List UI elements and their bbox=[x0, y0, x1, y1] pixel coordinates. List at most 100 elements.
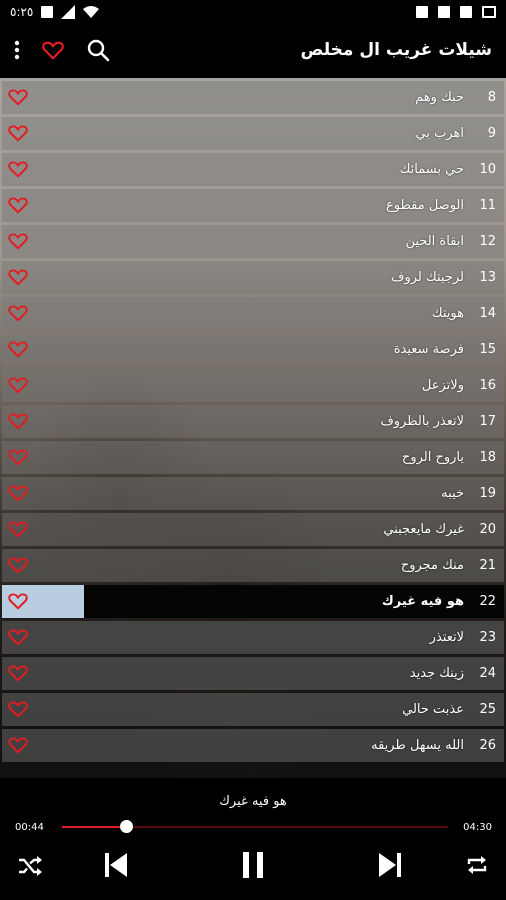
track-title: ابقاة الحين bbox=[405, 234, 465, 249]
favorite-heart-icon[interactable] bbox=[8, 736, 28, 758]
previous-track-icon[interactable] bbox=[104, 852, 128, 878]
seek-progress bbox=[62, 826, 127, 828]
track-title: خيبه bbox=[441, 486, 464, 501]
track-title: عذبت حالي bbox=[402, 702, 464, 717]
signal-icon bbox=[61, 5, 76, 19]
track-row[interactable]: حي بسمائك 10 bbox=[2, 153, 504, 186]
favorite-heart-icon[interactable] bbox=[8, 592, 28, 614]
favorites-heart-icon[interactable] bbox=[42, 40, 64, 60]
track-title: لاتعتذر bbox=[429, 630, 464, 645]
track-row[interactable]: حبك وهم 8 bbox=[2, 81, 504, 114]
track-title: فرصة سعيدة bbox=[393, 342, 464, 357]
clock: ٥:٢٥ bbox=[10, 5, 34, 19]
favorite-heart-icon[interactable] bbox=[8, 412, 28, 434]
track-row[interactable]: هويتك 14 bbox=[2, 297, 504, 330]
favorite-heart-icon[interactable] bbox=[8, 520, 28, 542]
track-number: 26 bbox=[479, 738, 496, 753]
favorite-heart-icon[interactable] bbox=[8, 484, 28, 506]
favorite-heart-icon[interactable] bbox=[8, 700, 28, 722]
seek-bar[interactable] bbox=[62, 820, 448, 833]
track-number: 14 bbox=[479, 306, 496, 321]
track-row[interactable]: لرجيتك لروف 13 bbox=[2, 261, 504, 294]
track-number: 22 bbox=[479, 594, 496, 609]
track-row[interactable]: فرصة سعيدة 15 bbox=[2, 333, 504, 366]
track-number: 10 bbox=[479, 162, 496, 177]
app-bar: شيلات غريب ال مخلص bbox=[0, 24, 506, 76]
track-row[interactable]: اهرب بي 9 bbox=[2, 117, 504, 150]
total-time: 04:30 bbox=[463, 822, 492, 833]
track-number: 19 bbox=[479, 486, 496, 501]
track-number: 11 bbox=[479, 198, 496, 213]
player-controls bbox=[0, 850, 506, 890]
track-number: 21 bbox=[479, 558, 496, 573]
track-number: 18 bbox=[479, 450, 496, 465]
track-title: غيرك مايعجبني bbox=[383, 522, 464, 537]
track-row[interactable]: لاتعذر بالظروف 17 bbox=[2, 405, 504, 438]
repeat-icon[interactable] bbox=[466, 854, 488, 876]
player-bar: هو فيه غيرك 00:44 04:30 bbox=[0, 778, 506, 900]
wifi-icon bbox=[83, 6, 100, 18]
search-icon[interactable] bbox=[86, 38, 110, 62]
favorite-heart-icon[interactable] bbox=[8, 196, 28, 218]
track-title: اهرب بي bbox=[415, 126, 464, 141]
pause-icon[interactable] bbox=[241, 850, 265, 880]
track-row[interactable]: عذبت حالي 25 bbox=[2, 693, 504, 726]
favorite-heart-icon[interactable] bbox=[8, 340, 28, 362]
favorite-heart-icon[interactable] bbox=[8, 88, 28, 110]
app-actions bbox=[14, 38, 110, 62]
track-title: منك مجروح bbox=[400, 558, 464, 573]
track-row[interactable]: خيبه 19 bbox=[2, 477, 504, 510]
status-right bbox=[416, 6, 496, 18]
track-number: 12 bbox=[479, 234, 496, 249]
battery-icon bbox=[482, 6, 496, 18]
seek-handle[interactable] bbox=[120, 820, 134, 833]
shuffle-icon[interactable] bbox=[18, 856, 42, 876]
favorite-heart-icon[interactable] bbox=[8, 124, 28, 146]
track-number: 25 bbox=[479, 702, 496, 717]
favorite-heart-icon[interactable] bbox=[8, 304, 28, 326]
track-number: 9 bbox=[487, 126, 496, 141]
favorite-heart-icon[interactable] bbox=[8, 664, 28, 686]
status-left: ٥:٢٥ bbox=[10, 5, 100, 19]
track-row-playing[interactable]: هو فيه غيرك 22 bbox=[2, 585, 504, 618]
track-row[interactable]: ولاتزعل 16 bbox=[2, 369, 504, 402]
track-title: ولاتزعل bbox=[421, 378, 464, 393]
track-number: 20 bbox=[479, 522, 496, 537]
favorite-heart-icon[interactable] bbox=[8, 160, 28, 182]
track-row[interactable]: زينك جديد 24 bbox=[2, 657, 504, 690]
track-title: ياروح الروح bbox=[401, 450, 464, 465]
current-time: 00:44 bbox=[15, 822, 44, 833]
track-title: الله يسهل طريقه bbox=[371, 738, 464, 753]
track-number: 13 bbox=[479, 270, 496, 285]
favorite-heart-icon[interactable] bbox=[8, 448, 28, 470]
track-row[interactable]: منك مجروح 21 bbox=[2, 549, 504, 582]
track-row[interactable]: ياروح الروح 18 bbox=[2, 441, 504, 474]
status-square-icon bbox=[438, 6, 450, 18]
favorite-heart-icon[interactable] bbox=[8, 628, 28, 650]
status-square-icon bbox=[416, 6, 428, 18]
track-number: 23 bbox=[479, 630, 496, 645]
track-row[interactable]: غيرك مايعجبني 20 bbox=[2, 513, 504, 546]
track-title: حي بسمائك bbox=[399, 162, 464, 177]
track-list[interactable]: حبك وهم 8 اهرب بي 9 حي بسمائك 10 الوصل مقطوع 11… bbox=[0, 78, 506, 778]
favorite-heart-icon[interactable] bbox=[8, 268, 28, 290]
favorite-heart-icon[interactable] bbox=[8, 232, 28, 254]
track-title: لرجيتك لروف bbox=[391, 270, 464, 285]
track-row[interactable]: ابقاة الحين 12 bbox=[2, 225, 504, 258]
app-title: شيلات غريب ال مخلص bbox=[300, 40, 492, 60]
favorite-heart-icon[interactable] bbox=[8, 376, 28, 398]
track-title: حبك وهم bbox=[415, 90, 464, 105]
track-number: 15 bbox=[479, 342, 496, 357]
track-row[interactable]: لاتعتذر 23 bbox=[2, 621, 504, 654]
next-track-icon[interactable] bbox=[378, 852, 402, 878]
track-number: 8 bbox=[487, 90, 496, 105]
track-number: 17 bbox=[479, 414, 496, 429]
track-title: هويتك bbox=[431, 306, 464, 321]
track-row[interactable]: الوصل مقطوع 11 bbox=[2, 189, 504, 222]
more-options-icon[interactable] bbox=[14, 40, 20, 60]
favorite-heart-icon[interactable] bbox=[8, 556, 28, 578]
status-bar: ٥:٢٥ bbox=[0, 0, 506, 24]
track-title: لاتعذر بالظروف bbox=[380, 414, 464, 429]
track-row[interactable]: الله يسهل طريقه 26 bbox=[2, 729, 504, 762]
track-number: 24 bbox=[479, 666, 496, 681]
